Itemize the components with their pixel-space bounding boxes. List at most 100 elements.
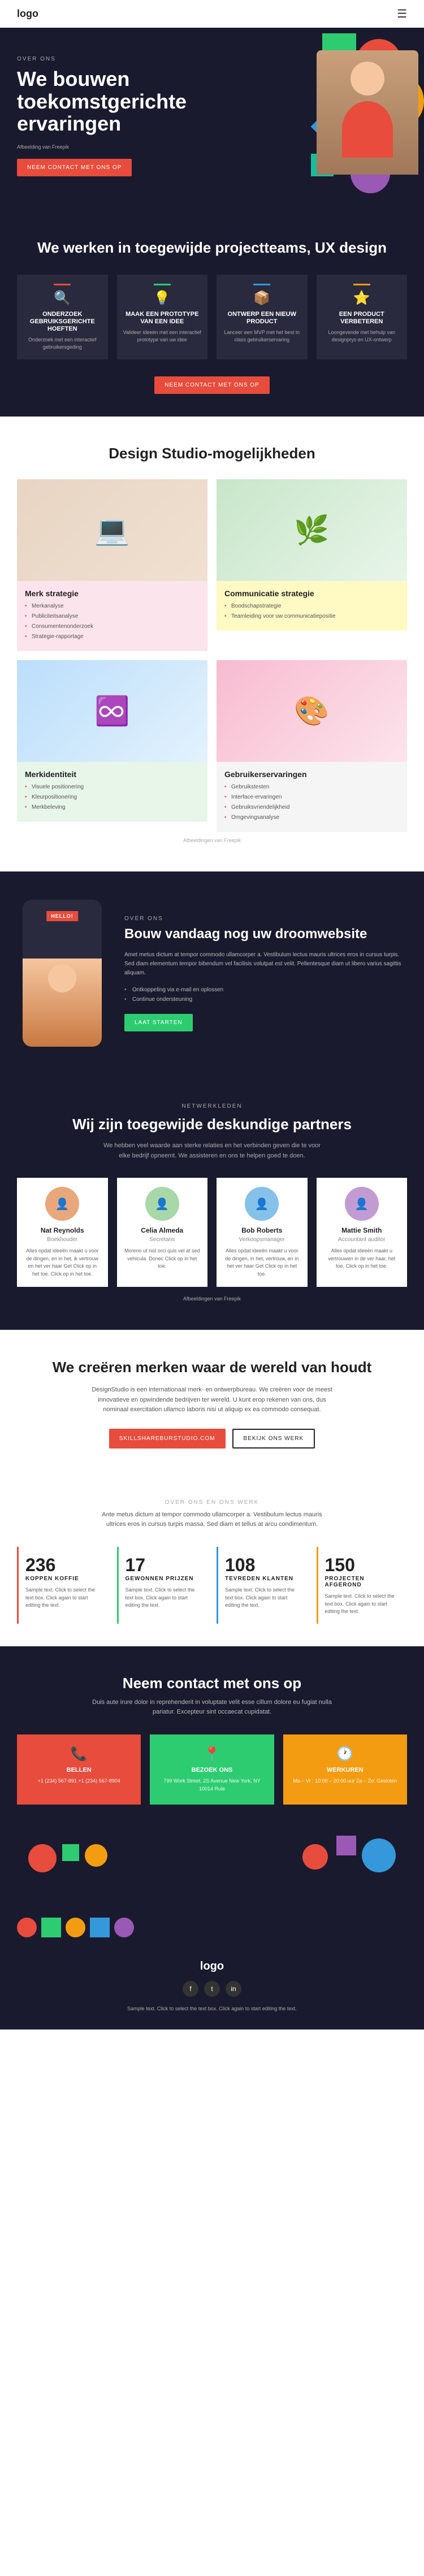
dream-phone-label: HELLO! bbox=[46, 911, 78, 921]
footer: logo f t in Sample text. Click to select… bbox=[0, 1901, 424, 2029]
hero-section: OVER ONS We bouwen toekomstgerichte erva… bbox=[0, 28, 424, 210]
partner-avatar-4: 👤 bbox=[345, 1187, 379, 1221]
list-item: Interface-ervaringen bbox=[224, 793, 399, 801]
team-card-3: 📦 ONTWERP EEN NIEUW PRODUCT Lanceer een … bbox=[217, 275, 308, 360]
team-card-desc-4: Loongevende met behulp van designprys en… bbox=[322, 329, 402, 343]
stat-desc-1: Sample text. Click to select the text bo… bbox=[25, 1586, 101, 1610]
team-card-accent-2 bbox=[154, 284, 171, 285]
design-card-merk-id-img-placeholder: ♾️ bbox=[17, 660, 207, 762]
dream-start-button[interactable]: LAAT STARTEN bbox=[124, 1014, 193, 1031]
design-card-user-img-placeholder: 🎨 bbox=[217, 660, 407, 762]
partner-text-3: Alles opdat ideeën maakt u voor de dinge… bbox=[223, 1247, 301, 1278]
location-icon: 📍 bbox=[158, 1746, 266, 1762]
team-card-icon-1: 🔍 bbox=[23, 290, 102, 306]
design-card-user: 🎨 Gebruikerservaringen Gebruikstesten In… bbox=[217, 660, 407, 832]
design-card-merk-content: Merk strategie Merkanalyse Publiciteitsa… bbox=[17, 581, 207, 651]
phone-icon: 📞 bbox=[25, 1746, 133, 1762]
partner-card-3: 👤 Bob Roberts Verkoopsmanager Alles opda… bbox=[217, 1178, 308, 1287]
design-card-merk-id-list: Visuele positionering Kleurpositionering… bbox=[25, 783, 200, 812]
design-card-merk-id-title: Merkidentiteit bbox=[25, 770, 200, 779]
brands-buttons: SKILLSHAREBURSTUDIO.COM BEKIJK ONS WERK bbox=[17, 1429, 407, 1449]
list-item: Boodschapstrategie bbox=[224, 602, 399, 610]
team-card-icon-4: ⭐ bbox=[322, 290, 402, 306]
team-card-title-3: ONTWERP EEN NIEUW PRODUCT bbox=[222, 311, 302, 326]
list-item: Consumentenonderzoek bbox=[25, 623, 200, 631]
footer-text: Sample text. Click to select the text bo… bbox=[99, 2005, 325, 2013]
stats-over-container: OVER ONS EN ONS WERK bbox=[17, 1499, 407, 1506]
team-card-accent-1 bbox=[54, 284, 71, 285]
partner-name-1: Nat Reynolds bbox=[24, 1226, 101, 1234]
design-grid: 💻 Merk strategie Merkanalyse Publiciteit… bbox=[17, 479, 407, 832]
design-card-merk-id: ♾️ Merkidentiteit Visuele positionering … bbox=[17, 660, 207, 832]
hamburger-menu-icon[interactable]: ☰ bbox=[397, 7, 407, 21]
partners-desc: We hebben veel waarde aan sterke relatie… bbox=[99, 1141, 325, 1161]
linkedin-icon[interactable]: in bbox=[226, 1981, 241, 1997]
design-card-comm-image: 🌿 bbox=[217, 479, 407, 581]
twitter-icon[interactable]: t bbox=[204, 1981, 220, 1997]
stat-label-4: PROJECTEN AFGEROND bbox=[325, 1576, 401, 1588]
footer-shape-4 bbox=[90, 1918, 110, 1937]
dream-title: Bouw vandaag nog uw droomwebsite bbox=[124, 926, 407, 943]
stats-section: OVER ONS EN ONS WERK Ante metus dictum a… bbox=[0, 1477, 424, 1646]
footer-shape-3 bbox=[66, 1918, 85, 1937]
list-item: Visuele positionering bbox=[25, 783, 200, 791]
contact-title: Neem contact met ons op bbox=[17, 1675, 407, 1692]
footer-shape-5 bbox=[114, 1918, 134, 1937]
stat-desc-4: Sample text. Click to select the text bo… bbox=[325, 1593, 401, 1616]
design-card-merk-list: Merkanalyse Publiciteitsanalyse Consumen… bbox=[25, 602, 200, 641]
brands-work-button[interactable]: BEKIJK ONS WERK bbox=[232, 1429, 315, 1449]
contact-card-title-phone: BELLEN bbox=[25, 1767, 133, 1773]
hero-contact-button[interactable]: NEEM CONTACT MET ONS OP bbox=[17, 159, 132, 176]
team-card-title-4: EEN PRODUCT VERBETEREN bbox=[322, 311, 402, 326]
brands-section: We creëren merken waar de wereld van hou… bbox=[0, 1330, 424, 1477]
hero-over-label: OVER ONS bbox=[17, 56, 198, 62]
stat-number-1: 236 bbox=[25, 1555, 101, 1576]
partner-name-4: Mattie Smith bbox=[323, 1226, 401, 1234]
list-item: Strategie-rapportage bbox=[25, 633, 200, 641]
partner-card-1: 👤 Nat Reynolds Boekhouder Alles opdat id… bbox=[17, 1178, 108, 1287]
facebook-icon[interactable]: f bbox=[183, 1981, 198, 1997]
partner-name-3: Bob Roberts bbox=[223, 1226, 301, 1234]
dream-person-head bbox=[48, 964, 76, 992]
contact-card-hours: 🕐 WERKUREN Ma – Vr : 10:00 – 20:00 uur Z… bbox=[283, 1734, 407, 1805]
design-card-comm: 🌿 Communicatie strategie Boodschapstrate… bbox=[217, 479, 407, 651]
partner-avatar-2: 👤 bbox=[145, 1187, 179, 1221]
stats-desc: Ante metus dictum at tempor commodo ulla… bbox=[99, 1510, 325, 1530]
hero-person-illustration bbox=[317, 50, 418, 175]
design-image-label: Afbeeldingen van Freepik bbox=[17, 838, 407, 843]
list-item: Merkbeleving bbox=[25, 804, 200, 812]
design-card-user-list: Gebruikstesten Interface-ervaringen Gebr… bbox=[224, 783, 399, 822]
design-card-comm-list: Boodschapstrategie Teamleiding voor uw c… bbox=[224, 602, 399, 621]
partner-text-1: Alles opdat ideeën maakt u voor de dinge… bbox=[24, 1247, 101, 1278]
partner-role-4: Accountant auditor bbox=[323, 1237, 401, 1243]
nav-logo: logo bbox=[17, 8, 38, 20]
stat-number-2: 17 bbox=[126, 1555, 201, 1576]
design-section: Design Studio-mogelijkheden 💻 Merk strat… bbox=[0, 417, 424, 871]
brands-title: We creëren merken waar de wereld van hou… bbox=[17, 1358, 407, 1377]
teams-grid: 🔍 ONDERZOEK GEBRUIKSGERICHTE HOEFTEN Ond… bbox=[17, 275, 407, 360]
design-card-merk: 💻 Merk strategie Merkanalyse Publiciteit… bbox=[17, 479, 207, 651]
team-card-desc-3: Lanceer een MVP met het best in class ge… bbox=[222, 329, 302, 343]
stat-desc-3: Sample text. Click to select the text bo… bbox=[225, 1586, 301, 1610]
partner-role-3: Verkoopsmanager bbox=[223, 1237, 301, 1243]
design-card-user-content: Gebruikerservaringen Gebruikstesten Inte… bbox=[217, 762, 407, 832]
partner-card-2: 👤 Celia Almeda Secretaris Moreno ut nisl… bbox=[117, 1178, 208, 1287]
design-card-comm-title: Communicatie strategie bbox=[224, 589, 399, 598]
design-card-merk-id-image: ♾️ bbox=[17, 660, 207, 762]
partner-text-4: Alles opdat ideeën maakt u vertrouwen in… bbox=[323, 1247, 401, 1270]
team-card-desc-1: Onderzoek met een interactief gebruikers… bbox=[23, 336, 102, 350]
teams-contact-button[interactable]: NEEM CONTACT MET ONS OP bbox=[154, 376, 269, 394]
contact-shape-5 bbox=[336, 1836, 356, 1855]
stat-label-1: KOPPEN KOFFIE bbox=[25, 1576, 101, 1582]
contact-card-phone: 📞 BELLEN +1 (234) 567-891 +1 (234) 567-8… bbox=[17, 1734, 141, 1805]
brands-skillshare-button[interactable]: SKILLSHAREBURSTUDIO.COM bbox=[109, 1429, 226, 1449]
contact-card-visit: 📍 BEZOEK ONS 799 Work Street, 2S Avenue … bbox=[150, 1734, 274, 1805]
contact-shape-4 bbox=[362, 1838, 396, 1872]
partner-text-2: Moreno ut nisl orci quis vel at sed vehi… bbox=[124, 1247, 201, 1270]
design-card-merk-img-placeholder: 💻 bbox=[17, 479, 207, 581]
hero-image-label: Afbeelding van Freepik bbox=[17, 144, 198, 150]
partners-grid: 👤 Nat Reynolds Boekhouder Alles opdat id… bbox=[17, 1178, 407, 1287]
stat-card-2: 17 GEWONNEN PRIJZEN Sample text. Click t… bbox=[117, 1547, 208, 1624]
design-card-comm-content: Communicatie strategie Boodschapstrategi… bbox=[217, 581, 407, 631]
dream-bullet-2: Continue ondersteuning bbox=[124, 996, 407, 1003]
